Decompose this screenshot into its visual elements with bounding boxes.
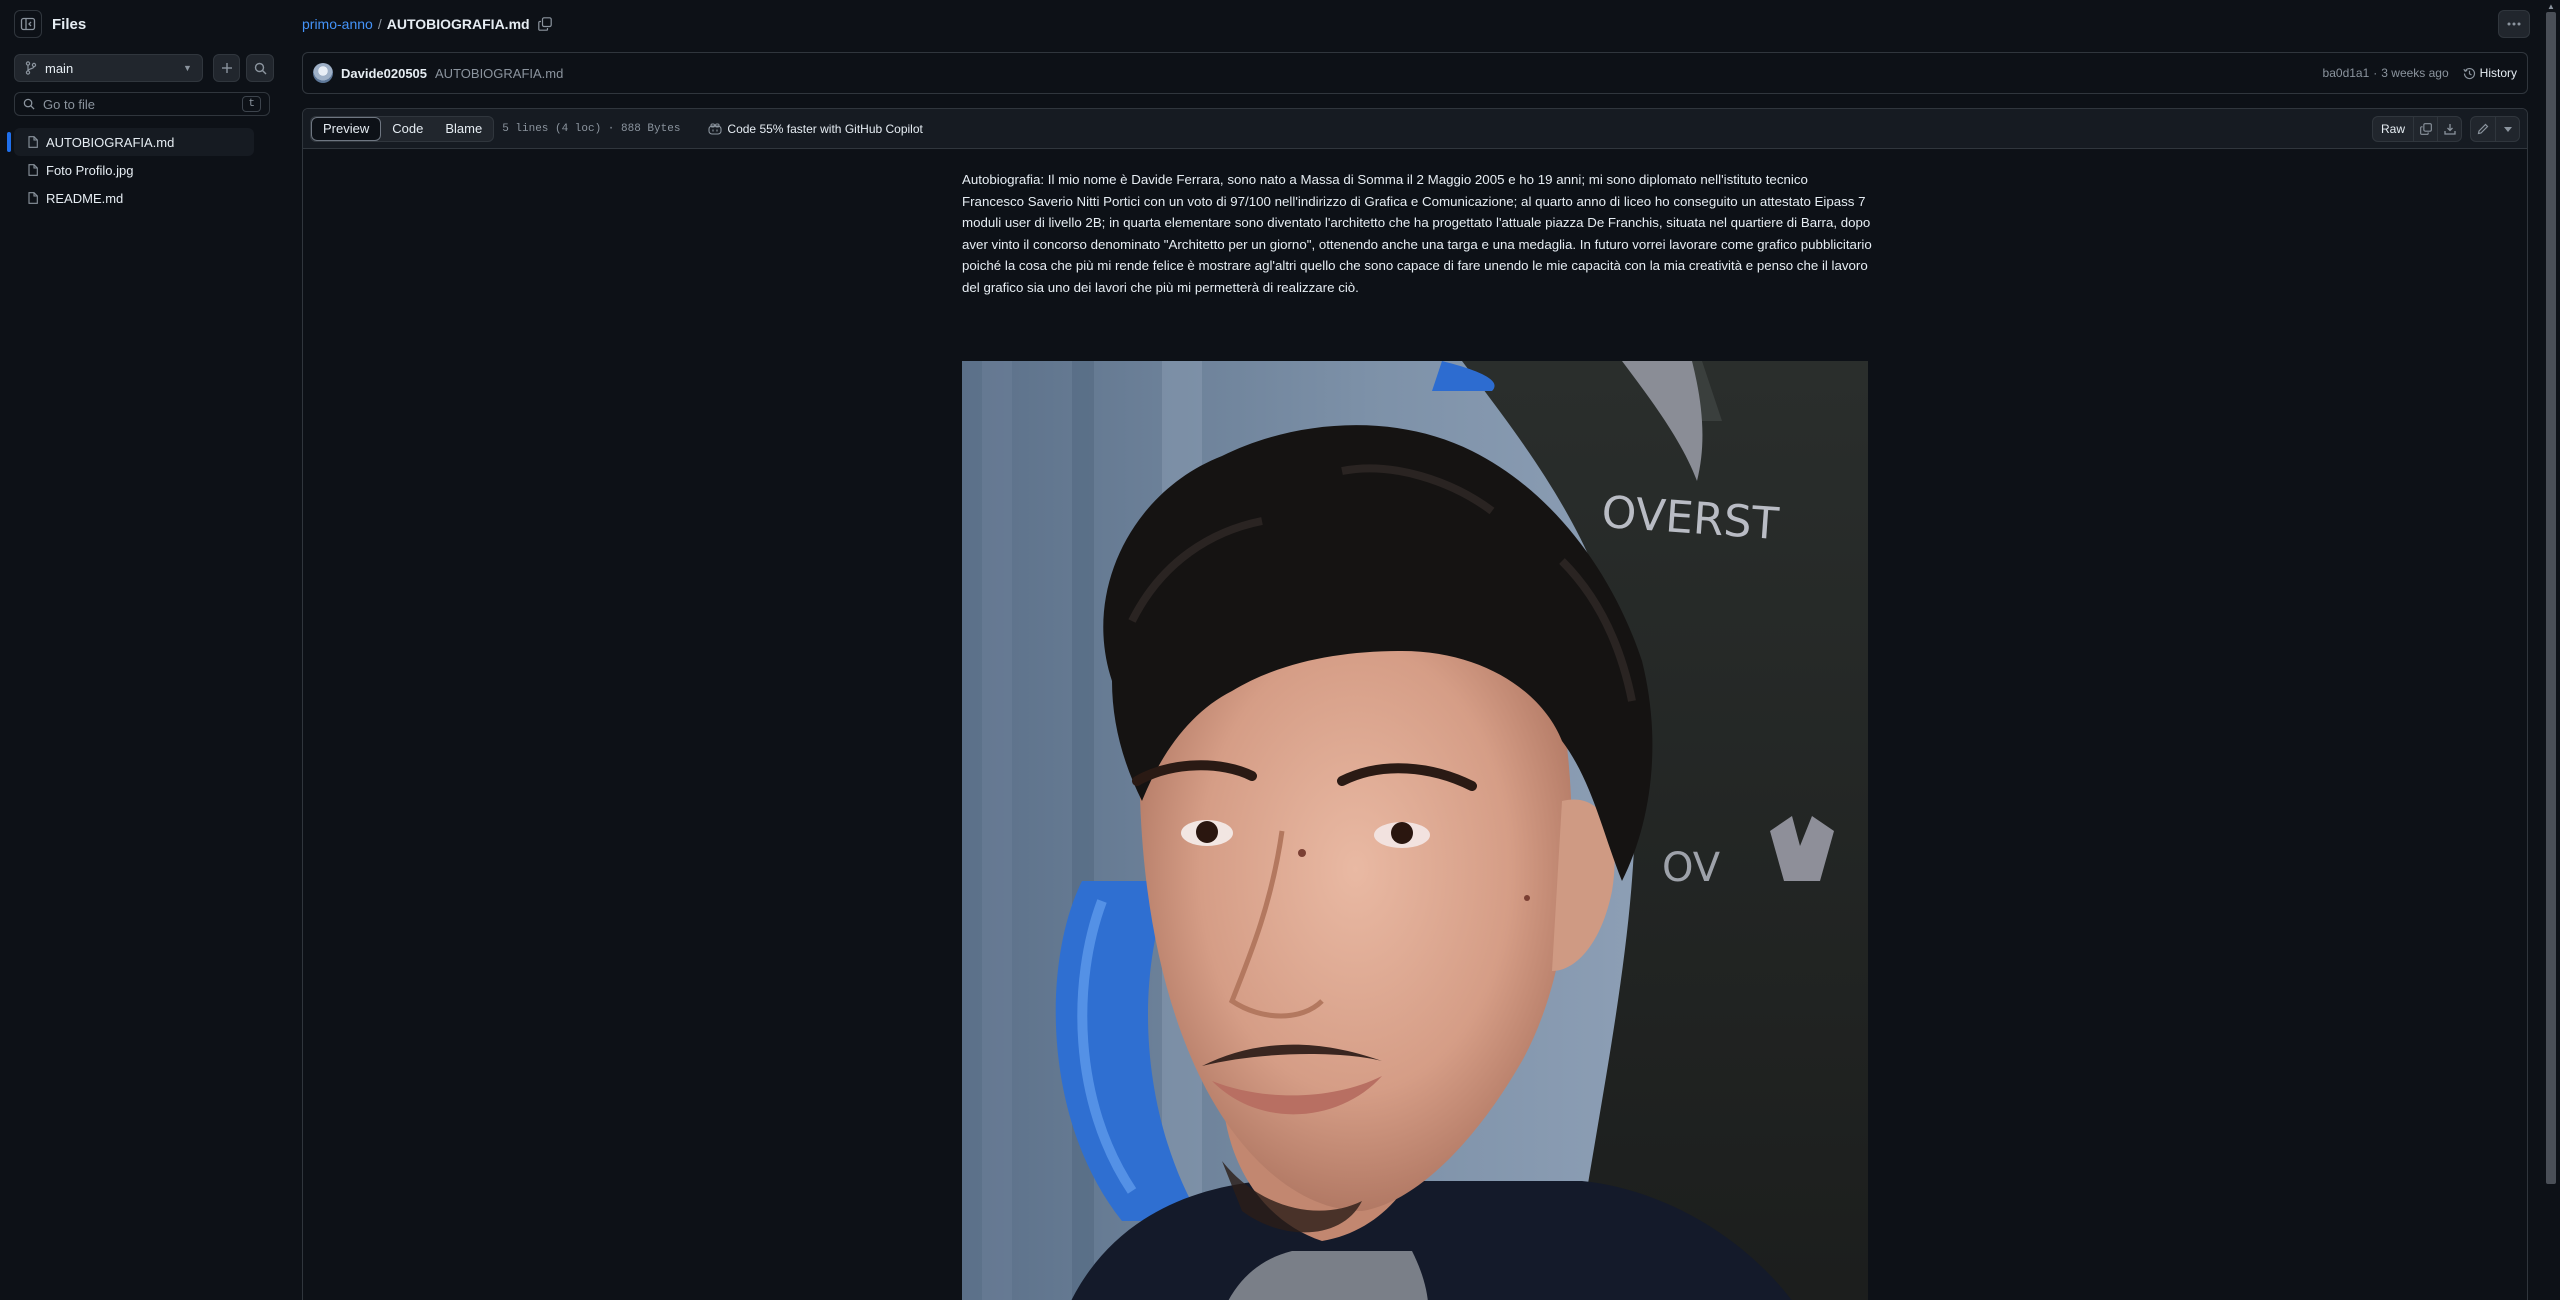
- more-options-button[interactable]: [2498, 10, 2530, 38]
- edit-actions-group: [2470, 116, 2520, 142]
- branch-selector[interactable]: main ▼: [14, 54, 203, 82]
- breadcrumb-repo-link[interactable]: primo-anno: [302, 16, 373, 32]
- tree-item-readme[interactable]: README.md: [14, 184, 254, 212]
- breadcrumb-file: AUTOBIOGRAFIA.md: [386, 16, 530, 32]
- latest-commit-box: Davide020505 AUTOBIOGRAFIA.md ba0d1a1 · …: [302, 52, 2528, 94]
- copilot-promo[interactable]: Code 55% faster with GitHub Copilot: [708, 121, 923, 136]
- scroll-up-icon[interactable]: ▲: [2547, 2, 2555, 11]
- triangle-down-icon: ▼: [183, 63, 192, 73]
- sidebar-collapse-icon: [20, 16, 36, 32]
- tree-item-label: AUTOBIOGRAFIA.md: [46, 134, 175, 150]
- commit-author[interactable]: Davide020505: [341, 66, 427, 81]
- file-icon: [28, 164, 38, 176]
- raw-actions-group: Raw: [2371, 116, 2462, 142]
- branch-row: main ▼: [14, 54, 274, 82]
- autobiography-paragraph: Autobiografia: Il mio nome è Davide Ferr…: [962, 172, 1872, 295]
- tree-item-autobiografia[interactable]: AUTOBIOGRAFIA.md: [7, 128, 254, 156]
- keyboard-shortcut: t: [242, 96, 261, 112]
- file-icon: [28, 192, 38, 204]
- copy-icon: [537, 17, 552, 31]
- edit-more-button[interactable]: [2495, 117, 2519, 141]
- tree-item-foto-profilo[interactable]: Foto Profilo.jpg: [14, 156, 254, 184]
- page-scrollbar[interactable]: ▲: [2542, 0, 2560, 1300]
- avatar[interactable]: [313, 63, 333, 83]
- tab-code[interactable]: Code: [381, 117, 434, 141]
- separator-dot: ·: [2373, 66, 2378, 80]
- tree-item-label: Foto Profilo.jpg: [46, 162, 134, 178]
- history-button[interactable]: History: [2462, 66, 2517, 80]
- file-icon: [28, 136, 38, 148]
- copy-path-button[interactable]: [537, 17, 552, 31]
- tab-preview[interactable]: Preview: [311, 116, 382, 141]
- copilot-icon: [708, 122, 722, 135]
- go-to-file-input[interactable]: Go to file t: [14, 92, 270, 116]
- search-code-button[interactable]: [246, 54, 274, 82]
- view-mode-segmented-control: Preview Code Blame: [310, 115, 495, 142]
- tab-blame[interactable]: Blame: [434, 117, 493, 141]
- file-tree: AUTOBIOGRAFIA.md Foto Profilo.jpg README…: [0, 128, 280, 212]
- sidebar-header: Files: [14, 10, 87, 38]
- file-viewer-header: Preview Code Blame 5 lines (4 loc) · 888…: [303, 109, 2527, 149]
- triangle-down-icon: [2503, 126, 2512, 132]
- copilot-promo-label: Code 55% faster with GitHub Copilot: [727, 121, 923, 136]
- breadcrumb: primo-anno / AUTOBIOGRAFIA.md: [302, 14, 552, 34]
- scrollbar-thumb[interactable]: [2546, 12, 2556, 1184]
- file-tree-sidebar: Files main ▼ Go to file t AUTOBIOGRAFIA.…: [0, 0, 280, 1300]
- copy-icon: [2419, 123, 2432, 135]
- search-icon: [254, 62, 267, 75]
- chair-brand-text-lower: OV: [1662, 845, 1721, 891]
- commit-message[interactable]: AUTOBIOGRAFIA.md: [435, 66, 2323, 81]
- file-info: 5 lines (4 loc) · 888 Bytes: [502, 122, 681, 135]
- file-actions: Raw: [2364, 116, 2520, 142]
- download-icon: [2443, 123, 2456, 135]
- history-label: History: [2479, 66, 2517, 80]
- download-raw-button[interactable]: [2437, 117, 2461, 141]
- kebab-horizontal-icon: [2507, 22, 2521, 26]
- commit-time: 3 weeks ago: [2381, 66, 2449, 80]
- sidebar-collapse-button[interactable]: [14, 10, 42, 38]
- commit-hash[interactable]: ba0d1a1: [2323, 66, 2370, 80]
- profile-photo: OVERST OV: [962, 361, 1868, 1300]
- breadcrumb-separator: /: [377, 16, 382, 32]
- sidebar-title: Files: [52, 15, 87, 33]
- history-icon: [2462, 67, 2476, 80]
- go-to-file-placeholder: Go to file: [43, 96, 96, 112]
- raw-button[interactable]: Raw: [2373, 117, 2413, 141]
- plus-icon: [221, 62, 233, 74]
- edit-file-button[interactable]: [2471, 117, 2495, 141]
- add-file-button[interactable]: [212, 54, 241, 82]
- pencil-icon: [2477, 123, 2489, 135]
- copy-raw-button[interactable]: [2413, 117, 2437, 141]
- git-branch-icon: [25, 61, 37, 75]
- tree-item-label: README.md: [46, 190, 124, 206]
- branch-name: main: [45, 60, 74, 76]
- search-icon: [23, 98, 35, 110]
- file-viewer: Preview Code Blame 5 lines (4 loc) · 888…: [302, 108, 2528, 1300]
